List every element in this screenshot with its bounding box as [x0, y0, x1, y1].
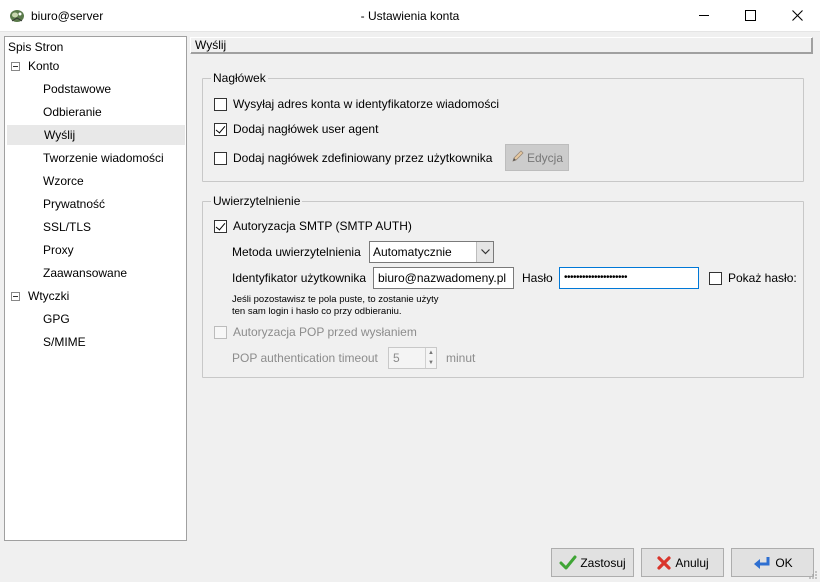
minimize-icon [698, 15, 709, 16]
collapse-icon[interactable] [11, 62, 20, 71]
tree-node-konto[interactable]: Konto [5, 56, 183, 76]
show-password-checkbox[interactable] [709, 271, 722, 285]
add-custom-header-option[interactable]: Dodaj nagłówek zdefiniowany przez użytko… [214, 150, 492, 166]
close-icon [791, 10, 803, 21]
chevron-down-icon[interactable] [476, 242, 493, 262]
pop-before-smtp-checkbox[interactable] [214, 325, 227, 339]
collapse-icon[interactable] [11, 292, 20, 301]
tree-node-gpg[interactable]: GPG [43, 309, 70, 329]
tree-node-smime[interactable]: S/MIME [43, 332, 86, 352]
user-id-input[interactable]: biuro@nazwadomeny.pl [373, 267, 514, 289]
auth-note: Jeśli pozostawisz te pola puste, to zost… [232, 294, 439, 317]
tree-title: Spis Stron [8, 40, 64, 54]
edit-header-button[interactable]: Edycja [505, 144, 569, 171]
enter-arrow-icon [754, 556, 770, 569]
spin-down-icon[interactable]: ▼ [426, 358, 436, 368]
tree-node-zaawansowane[interactable]: Zaawansowane [43, 263, 127, 283]
ok-button[interactable]: OK [731, 548, 814, 577]
pop-timeout-spinner[interactable]: 5 ▲ ▼ [388, 347, 437, 369]
pencil-icon [511, 149, 525, 166]
tree-node-podstawowe[interactable]: Podstawowe [43, 79, 111, 99]
auth-method-select[interactable]: Automatycznie [369, 241, 494, 263]
tree-node-proxy[interactable]: Proxy [43, 240, 74, 260]
maximize-button[interactable] [727, 0, 773, 31]
title-bar: biuro@server - Ustawienia konta [0, 0, 820, 32]
tree-node-wtyczki[interactable]: Wtyczki [5, 286, 183, 306]
tree-node-prywatnosc[interactable]: Prywatność [43, 194, 105, 214]
add-user-agent-option[interactable]: Dodaj nagłówek user agent [214, 121, 378, 137]
show-password-option[interactable]: Pokaż hasło: [709, 270, 797, 286]
auth-method-label: Metoda uwierzytelnienia [232, 245, 361, 259]
pop-before-smtp-option[interactable]: Autoryzacja POP przed wysłaniem [214, 324, 417, 340]
page-header: Wyślij [190, 37, 813, 54]
user-id-label: Identyfikator użytkownika [232, 271, 367, 285]
cancel-button[interactable]: Anuluj [641, 548, 724, 577]
tree-node-tworzenie-wiadomosci[interactable]: Tworzenie wiadomości [43, 148, 164, 168]
checkmark-icon [559, 555, 577, 569]
minimize-button[interactable] [681, 0, 727, 31]
maximize-icon [744, 10, 756, 21]
tree-node-odbieranie[interactable]: Odbieranie [43, 102, 102, 122]
send-account-address-checkbox[interactable] [214, 97, 227, 111]
tree-node-wyslij[interactable]: Wyślij [7, 125, 185, 145]
apply-button[interactable]: Zastosuj [551, 548, 634, 577]
pop-timeout-label: POP authentication timeout [232, 351, 378, 365]
add-user-agent-checkbox[interactable] [214, 122, 227, 136]
send-account-address-option[interactable]: Wysyłaj adres konta w identyfikatorze wi… [214, 96, 499, 112]
resize-grip-icon[interactable] [808, 570, 818, 580]
password-input[interactable]: ••••••••••••••••••••• [559, 267, 699, 289]
smtp-auth-checkbox[interactable] [214, 219, 227, 233]
pop-timeout-unit: minut [446, 351, 476, 365]
tree-node-ssl-tls[interactable]: SSL/TLS [43, 217, 91, 237]
close-button[interactable] [774, 0, 820, 31]
page-tree[interactable]: Spis Stron Konto Podstawowe Odbieranie W… [4, 36, 187, 541]
cross-icon [657, 555, 671, 570]
headers-group-title: Nagłówek [211, 71, 268, 85]
password-label: Hasło [522, 271, 553, 285]
tree-node-wzorce[interactable]: Wzorce [43, 171, 84, 191]
smtp-auth-option[interactable]: Autoryzacja SMTP (SMTP AUTH) [214, 218, 412, 234]
add-custom-header-checkbox[interactable] [214, 151, 227, 165]
auth-group-title: Uwierzytelnienie [211, 194, 303, 208]
